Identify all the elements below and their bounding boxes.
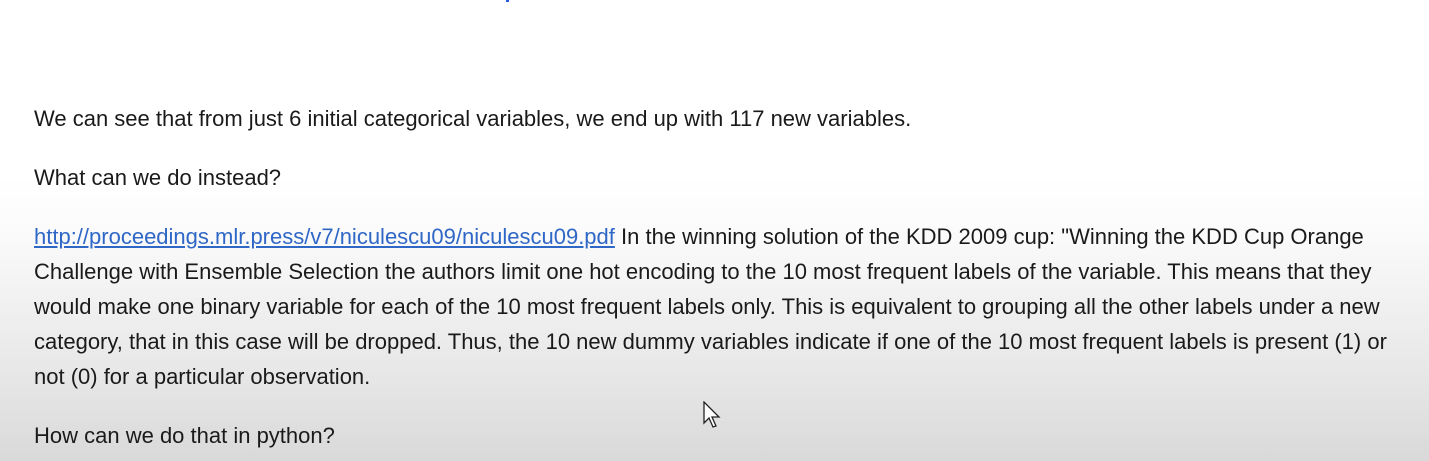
- proceedings-link[interactable]: http://proceedings.mlr.press/v7/niculesc…: [34, 224, 615, 249]
- blue-dot-marker: [506, 0, 509, 2]
- paragraph-kdd-solution: http://proceedings.mlr.press/v7/niculesc…: [34, 219, 1402, 394]
- paragraph-question-instead: What can we do instead?: [34, 165, 282, 190]
- mouse-pointer-icon: [703, 401, 721, 428]
- paragraph-variable-count: We can see that from just 6 initial cate…: [34, 106, 912, 131]
